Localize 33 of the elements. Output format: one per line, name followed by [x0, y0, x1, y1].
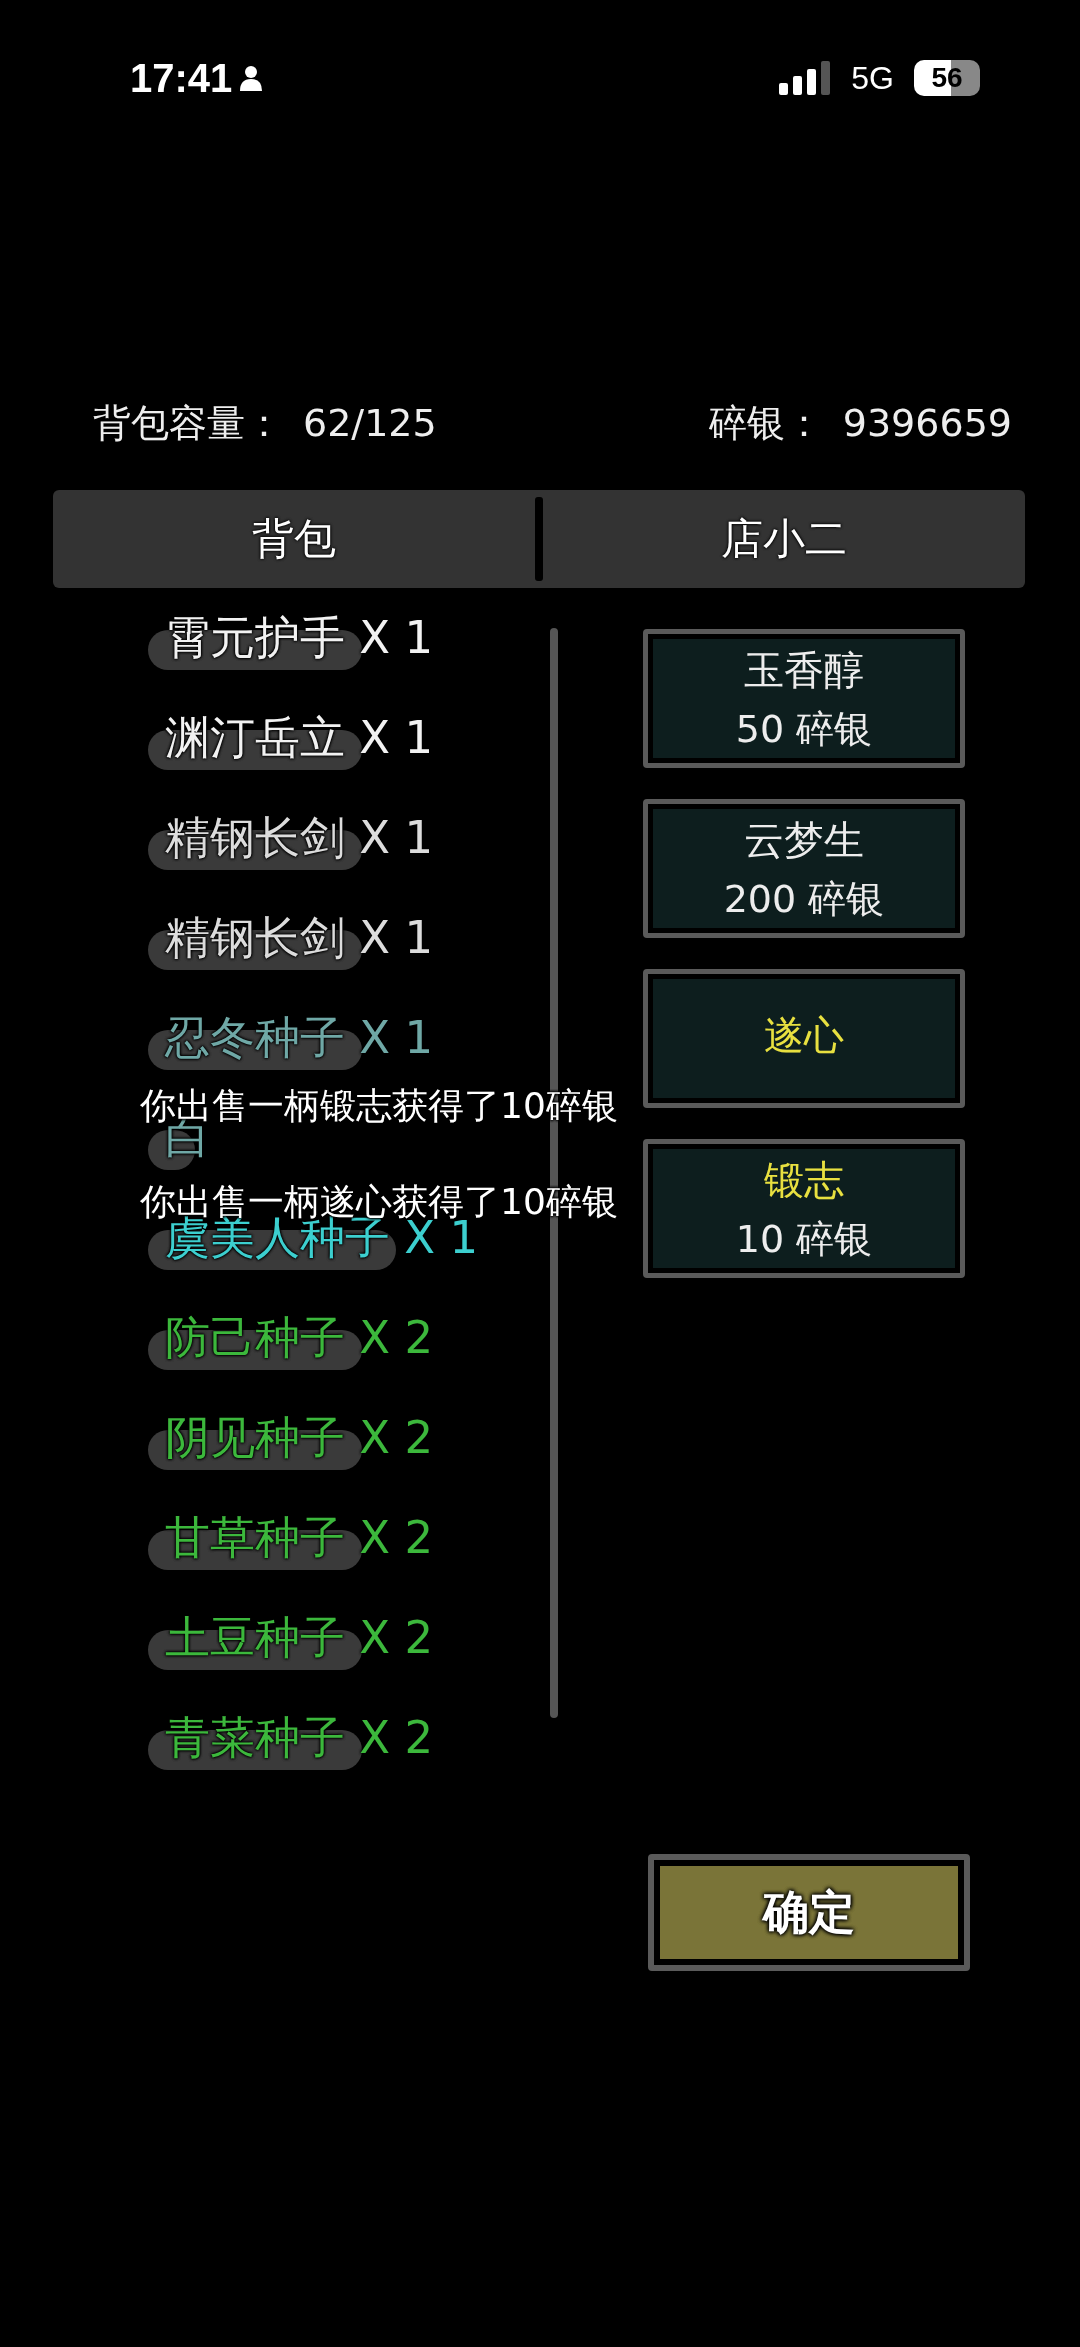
shop-item-card[interactable]: 锻志 10 碎银	[643, 1139, 965, 1278]
inventory-item[interactable]: 青菜种子 X 2	[148, 1708, 434, 1768]
signal-icon	[779, 61, 832, 95]
inventory-item[interactable]: 甘草种子 X 2	[148, 1508, 434, 1568]
capacity-value: 62/125	[303, 401, 437, 445]
network-label: 5G	[851, 59, 894, 97]
shop-item-price: 10 碎银	[735, 1215, 873, 1263]
shop-item-name: 云梦生	[744, 815, 864, 865]
shop-item-card[interactable]: 云梦生 200 碎银	[643, 799, 965, 938]
shop-item-name: 玉香醇	[744, 645, 864, 695]
inventory-item[interactable]: 忍冬种子 X 1	[148, 1008, 434, 1068]
status-time: 17:41	[130, 55, 233, 101]
inventory-item[interactable]: 渊汀岳立 X 1	[148, 708, 434, 768]
shop-item-name: 锻志	[764, 1155, 844, 1205]
inventory-item[interactable]: 精钢长剑 X 1	[148, 808, 434, 868]
tab[interactable]: 店小二	[543, 490, 1025, 588]
inventory-item[interactable]: 精钢长剑 X 1	[148, 908, 434, 968]
battery-icon: 56	[914, 60, 980, 96]
shop-item-card[interactable]: 遂心	[643, 969, 965, 1108]
tab[interactable]: 背包	[53, 490, 535, 588]
currency-label: 碎银：	[708, 399, 823, 447]
inventory-item[interactable]: 土豆种子 X 2	[148, 1608, 434, 1668]
shop-item-card[interactable]: 玉香醇 50 碎银	[643, 629, 965, 768]
currency-value: 9396659	[842, 401, 1012, 445]
shop-item-price: 200 碎银	[723, 875, 885, 923]
inventory-item[interactable]: 霄元护手 X 1	[148, 608, 434, 668]
shop-item-name: 遂心	[764, 1011, 844, 1060]
inventory-item[interactable]: 阴见种子 X 2	[148, 1408, 434, 1468]
person-icon	[240, 65, 263, 91]
confirm-button[interactable]: 确定	[648, 1854, 970, 1971]
shop-item-price: 50 碎银	[735, 705, 873, 753]
capacity-label: 背包容量：	[93, 399, 283, 447]
inventory-item[interactable]: 防己种子 X 2	[148, 1308, 434, 1368]
